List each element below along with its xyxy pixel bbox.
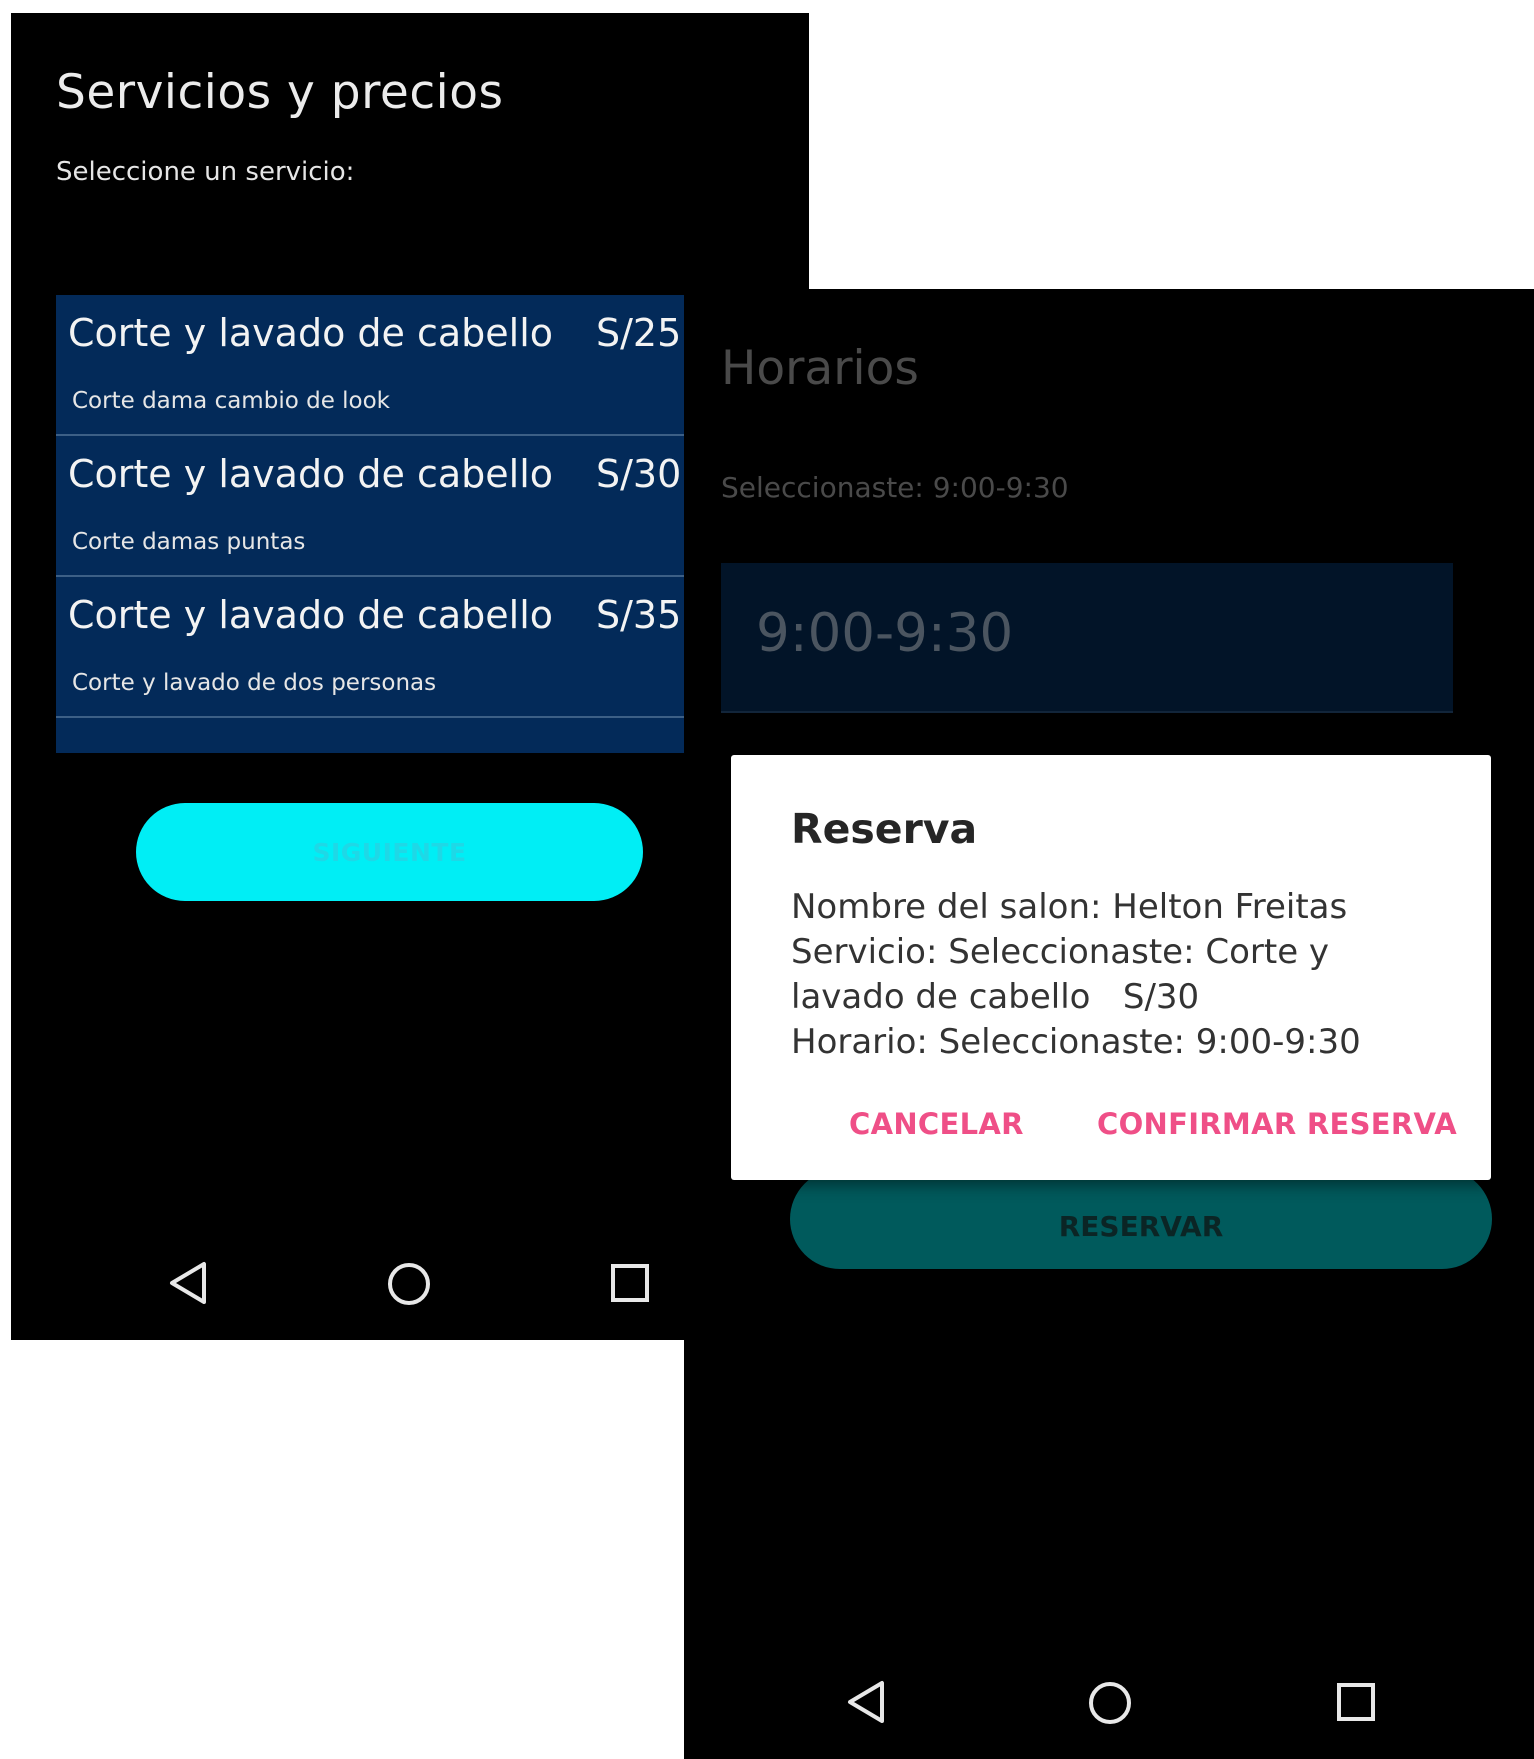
confirm-reservation-button[interactable]: CONFIRMAR RESERVA — [1097, 1107, 1457, 1141]
next-button[interactable]: SIGUIENTE — [136, 803, 643, 901]
service-price: S/30 — [596, 452, 682, 496]
dialog-line: lavado de cabello S/30 — [791, 977, 1200, 1017]
cancel-button[interactable]: CANCELAR — [849, 1107, 1024, 1141]
schedule-screen: Horarios Seleccionaste: 9:00-9:30 9:00-9… — [684, 289, 1534, 1759]
back-icon[interactable] — [168, 1260, 208, 1306]
list-item[interactable]: 9:00-9:30 — [721, 563, 1453, 713]
selected-time-label: Seleccionaste: 9:00-9:30 — [721, 471, 1069, 504]
service-description: Corte y lavado de dos personas — [72, 670, 437, 696]
reserve-button[interactable]: RESERVAR — [790, 1169, 1492, 1269]
service-description: Corte dama cambio de look — [72, 388, 391, 414]
dialog-line: Servicio: Seleccionaste: Corte y — [791, 932, 1330, 972]
home-icon[interactable] — [1087, 1680, 1133, 1726]
page-title: Servicios y precios — [56, 65, 504, 120]
dialog-title: Reserva — [791, 805, 978, 853]
dialog-line: Nombre del salon: Helton Freitas — [791, 887, 1348, 927]
time-slot-list: 9:00-9:30 — [721, 563, 1453, 713]
home-icon[interactable] — [386, 1261, 432, 1307]
service-name: Corte y lavado de cabello — [68, 593, 554, 637]
recents-icon[interactable] — [1336, 1682, 1376, 1722]
service-price: S/35 — [596, 593, 682, 637]
reservation-dialog: Reserva Nombre del salon: Helton Freitas… — [731, 755, 1491, 1180]
back-icon[interactable] — [846, 1679, 886, 1725]
dialog-line: Horario: Seleccionaste: 9:00-9:30 — [791, 1022, 1361, 1062]
navigation-bar — [684, 1669, 1534, 1749]
page-title: Horarios — [721, 341, 919, 396]
time-slot-label: 9:00-9:30 — [756, 603, 1014, 664]
dialog-message: Nombre del salon: Helton Freitas Servici… — [791, 885, 1451, 1065]
page-subtitle: Seleccione un servicio: — [56, 157, 355, 187]
service-name: Corte y lavado de cabello — [68, 311, 554, 355]
service-price: S/25 — [596, 311, 682, 355]
service-description: Corte damas puntas — [72, 529, 306, 555]
recents-icon[interactable] — [610, 1263, 650, 1303]
service-name: Corte y lavado de cabello — [68, 452, 554, 496]
